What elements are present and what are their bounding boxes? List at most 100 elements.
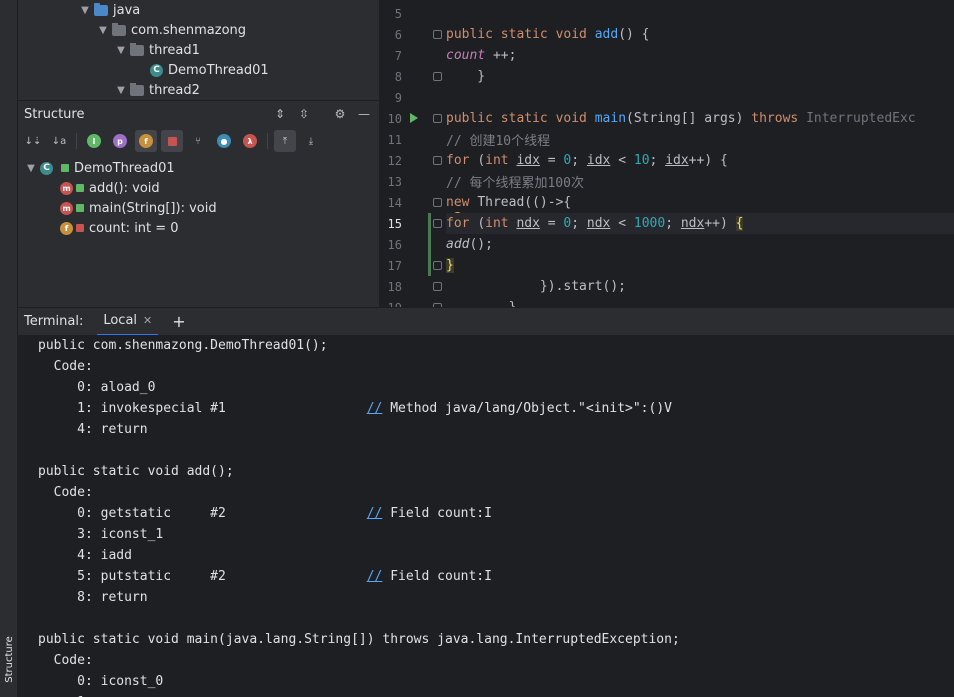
autoscroll-to-source-icon[interactable]: ⤒ — [274, 130, 296, 152]
code-line: add (); — [446, 237, 493, 252]
non-public-icon[interactable] — [161, 130, 183, 152]
line-number: 16 — [387, 237, 402, 252]
line-number: 5 — [394, 6, 402, 21]
new-terminal-button[interactable]: + — [172, 312, 185, 331]
close-icon[interactable]: ✕ — [143, 314, 152, 327]
fold-icon[interactable] — [433, 156, 442, 165]
left-tool-strip: Structure — [0, 0, 18, 697]
tree-item-label: thread1 — [149, 42, 200, 58]
structure-member-row[interactable]: f count: int = 0 — [60, 218, 179, 238]
sort-alpha-icon[interactable]: ↓a — [48, 130, 70, 152]
code-comment-line: // 每个线程累加100次 — [446, 176, 584, 191]
autoscroll-from-source-icon[interactable]: ⤓ — [300, 130, 322, 152]
fields-icon[interactable]: f — [135, 130, 157, 152]
tree-item-label: java — [113, 2, 141, 18]
line-number: 10 — [387, 111, 402, 126]
terminal-line: 1: invokespecial #1 // Method java/lang/… — [38, 401, 672, 416]
fold-icon[interactable] — [433, 198, 442, 207]
class-icon: C — [150, 63, 163, 77]
structure-member-row[interactable]: m add(): void — [60, 178, 160, 198]
structure-toolbar: ↓⇣ ↓a I p f ⑂ ● λ ⤒ ⤓ — [18, 127, 379, 155]
editor-gutter[interactable]: 5 6 7 8 9 10 11 12 13 14 15 16 17 18 19 — [380, 0, 442, 307]
code-comment-line: // 创建10个线程 — [446, 134, 551, 149]
structure-member-label: count: int = 0 — [89, 220, 179, 236]
fold-icon[interactable] — [433, 30, 442, 39]
terminal-line: 4: return — [38, 422, 148, 437]
terminal-line: 4: iadd — [38, 548, 132, 563]
tree-item-demothread01[interactable]: C DemoThread01 — [150, 60, 269, 80]
tree-item-thread2[interactable]: ▼ thread2 — [114, 80, 200, 100]
line-number: 9 — [394, 90, 402, 105]
code-line: } — [446, 258, 454, 273]
expand-all-icon[interactable]: ⇕ — [271, 105, 289, 123]
terminal-line: public static void add(); — [38, 464, 234, 479]
structure-class-row[interactable]: ▼ C DemoThread01 — [24, 158, 175, 178]
fold-icon[interactable] — [433, 114, 442, 123]
tree-item-thread1[interactable]: ▼ thread1 — [114, 40, 200, 60]
code-line-current: for (int ndx = 0; ndx < 1000; ndx ++) { — [446, 213, 954, 234]
line-number-current: 15 — [387, 216, 402, 231]
line-number: 14 — [387, 195, 402, 210]
terminal-label: Terminal: — [24, 314, 84, 329]
terminal-line: Code: — [38, 485, 93, 500]
public-access-icon — [76, 204, 84, 212]
package-icon — [130, 82, 144, 96]
structure-panel: Structure ⇕ ⇳ ⚙ — ↓⇣ ↓a I p f ⑂ ● λ ⤒ ⤓ … — [18, 100, 380, 307]
structure-member-row[interactable]: m main(String[]): void — [60, 198, 217, 218]
line-number: 11 — [387, 132, 402, 147]
terminal-output[interactable]: public com.shenmazong.DemoThread01(); Co… — [18, 335, 954, 697]
inherited-icon[interactable]: I — [83, 130, 105, 152]
terminal-line: public static void main(java.lang.String… — [38, 632, 680, 647]
tree-item-com-shenmazong[interactable]: ▼ com.shenmazong — [96, 20, 246, 40]
code-line: } — [446, 297, 954, 307]
structure-class-label: DemoThread01 — [74, 160, 175, 176]
vcs-change-marker[interactable] — [428, 213, 431, 276]
private-access-icon — [76, 224, 84, 232]
lambdas-icon[interactable]: ● — [213, 130, 235, 152]
anonymous-icon[interactable]: ⑂ — [187, 130, 209, 152]
chevron-down-icon[interactable]: ▼ — [78, 3, 92, 17]
fold-icon[interactable] — [433, 219, 442, 228]
line-number: 13 — [387, 174, 402, 189]
tree-item-java[interactable]: ▼ java — [78, 0, 140, 20]
line-number: 8 — [394, 69, 402, 84]
method-icon: m — [60, 181, 73, 195]
fold-icon[interactable] — [433, 282, 442, 291]
line-number: 17 — [387, 258, 402, 273]
terminal-tab-local[interactable]: Local ✕ — [97, 308, 159, 336]
line-number: 6 — [394, 27, 402, 42]
code-line: }).start(); — [446, 279, 627, 294]
collapse-all-icon[interactable]: ⇳ — [295, 105, 313, 123]
line-number: 12 — [387, 153, 402, 168]
sort-visibility-icon[interactable]: ↓⇣ — [22, 130, 44, 152]
code-text-area[interactable]: public static void add() { count ++; } p… — [446, 0, 954, 307]
tree-item-label: com.shenmazong — [131, 22, 247, 38]
terminal-line: 5: putstatic #2 // Field count:I — [38, 569, 492, 584]
terminal-line: 3: iconst_1 — [38, 527, 164, 542]
structure-member-label: main(String[]): void — [89, 200, 217, 216]
terminal-header: Terminal: Local ✕ + — [18, 307, 954, 336]
chevron-down-icon[interactable]: ▼ — [96, 23, 110, 37]
structure-side-tab-label: Structure — [3, 635, 15, 683]
public-access-icon — [61, 164, 69, 172]
folder-icon — [94, 2, 108, 16]
minimize-icon[interactable]: — — [355, 105, 373, 123]
chevron-down-icon[interactable]: ▼ — [24, 161, 38, 175]
code-line: public static void add() { — [446, 27, 650, 42]
code-line: } — [446, 69, 486, 84]
code-editor[interactable]: 5 6 7 8 9 10 11 12 13 14 15 16 17 18 19 … — [380, 0, 954, 307]
properties-icon[interactable]: p — [109, 130, 131, 152]
package-icon — [112, 22, 126, 36]
run-icon[interactable] — [410, 113, 418, 123]
lambda-icon[interactable]: λ — [239, 130, 261, 152]
structure-header: Structure ⇕ ⇳ ⚙ — — [18, 101, 379, 127]
structure-side-tab[interactable]: Structure — [0, 629, 18, 689]
code-line: count ++; — [446, 48, 517, 63]
method-icon: m — [60, 201, 73, 215]
fold-icon[interactable] — [433, 261, 442, 270]
gear-icon[interactable]: ⚙ — [331, 105, 349, 123]
fold-icon[interactable] — [433, 72, 442, 81]
chevron-down-icon[interactable]: ▼ — [114, 83, 128, 97]
chevron-down-icon[interactable]: ▼ — [114, 43, 128, 57]
terminal-line: 0: aload_0 — [38, 380, 156, 395]
